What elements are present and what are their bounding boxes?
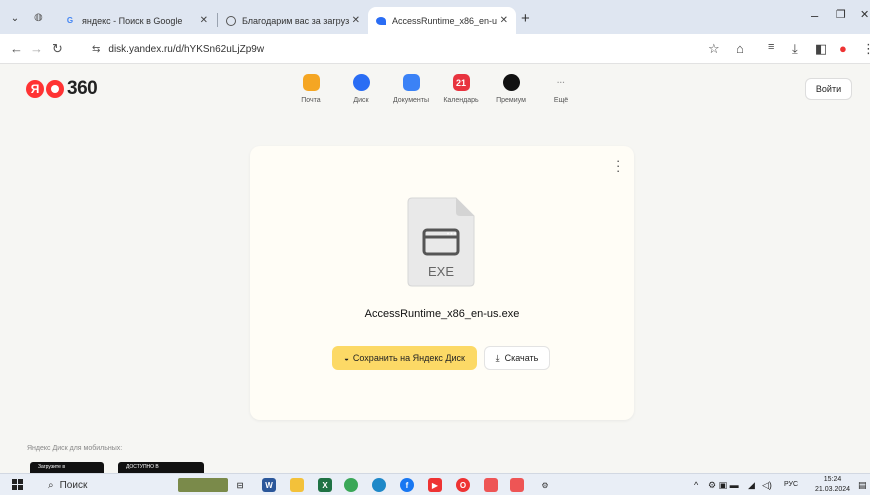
service-more[interactable]: ··· Ещё <box>536 74 586 104</box>
tab-thanks-download[interactable]: Благодарим вас за загрузку А ✕ <box>218 7 368 34</box>
tab-yandex-disk-file[interactable]: AccessRuntime_x86_en-us.exe - ✕ <box>368 7 516 34</box>
ring-logo-icon <box>46 80 64 98</box>
tab-google-search[interactable]: G яндекс - Поиск в Google ✕ <box>56 7 216 34</box>
close-tab-icon[interactable]: ✕ <box>497 15 508 26</box>
mail-icon <box>302 74 320 91</box>
address-bar[interactable]: ⇆ disk.yandex.ru/d/hYKSn62uLjZp9w <box>84 38 724 60</box>
exe-file-icon: EXE <box>407 197 475 287</box>
download-icon[interactable]: ⤓ <box>792 41 798 57</box>
word-icon[interactable]: W <box>262 478 276 492</box>
yandex-logo-letter: Я <box>26 80 44 98</box>
search-icon: ⌕ <box>48 479 54 491</box>
notifications-icon[interactable]: ▤ <box>858 480 867 491</box>
volume-icon[interactable]: ◁) <box>762 480 772 491</box>
save-to-disk-button[interactable]: ◒ Сохранить на Яндекс Диск <box>332 346 477 370</box>
youtube-icon[interactable]: ▶ <box>428 478 442 492</box>
more-icon: ··· <box>557 78 565 87</box>
app-icon-red[interactable] <box>484 478 498 492</box>
login-button[interactable]: Войти <box>805 78 852 100</box>
profile-icon[interactable]: ● <box>839 41 847 56</box>
url-text[interactable]: disk.yandex.ru/d/hYKSn62uLjZp9w <box>108 44 264 55</box>
chrome-icon[interactable] <box>344 478 358 492</box>
service-premium[interactable]: Премиум <box>486 74 536 104</box>
tab-search-menu-icon[interactable]: ⌄ <box>6 9 24 27</box>
browser-toolbar: ← → ↻ ⇆ disk.yandex.ru/d/hYKSn62uLjZp9w … <box>0 34 870 64</box>
task-view-icon[interactable]: ⊟ <box>233 478 247 492</box>
yandex-disk-icon <box>376 16 386 25</box>
documents-icon <box>402 74 420 91</box>
chrome-menu-icon[interactable]: ⋮ <box>862 41 870 57</box>
service-mail[interactable]: Почта <box>286 74 336 104</box>
extension-icon[interactable]: ⌂ <box>736 41 744 56</box>
site-settings-icon[interactable]: ⇆ <box>92 44 100 55</box>
close-tab-icon[interactable]: ✕ <box>349 15 360 26</box>
side-panel-icon[interactable]: ◧ <box>815 41 827 57</box>
download-button[interactable]: ⤓ Скачать <box>484 346 550 370</box>
search-highlight-image[interactable] <box>178 478 228 492</box>
mobile-apps-label: Яндекс Диск для мобильных: <box>27 445 123 452</box>
file-explorer-icon[interactable] <box>290 478 304 492</box>
disk-icon <box>352 74 370 91</box>
file-name: AccessRuntime_x86_en-us.exe <box>364 308 520 320</box>
close-tab-icon[interactable]: ✕ <box>192 15 208 26</box>
file-card: · · · EXE AccessRuntime_x86_en-us.exe ◒ Со… <box>250 146 634 420</box>
excel-icon[interactable]: X <box>318 478 332 492</box>
back-icon[interactable]: ← <box>10 41 23 56</box>
globe-icon <box>226 15 236 26</box>
settings-gear-icon[interactable]: ⚙ <box>538 478 552 492</box>
service-disk[interactable]: Диск <box>336 74 386 104</box>
google-icon: G <box>66 16 74 25</box>
yandex-disk-page: Я 360 Почта Диск Документы 21 Календарь <box>0 64 870 476</box>
language-indicator[interactable]: РУС <box>784 481 798 488</box>
disk-save-icon: ◒ <box>344 353 349 363</box>
yandex-360-logo[interactable]: Я 360 <box>26 78 98 100</box>
opera-icon[interactable]: O <box>456 478 470 492</box>
tab-title: AccessRuntime_x86_en-us.exe - <box>392 15 497 26</box>
forward-icon[interactable]: → <box>30 41 43 56</box>
start-button[interactable] <box>12 479 23 490</box>
services-nav: Почта Диск Документы 21 Календарь Премиу… <box>286 74 586 104</box>
logo-text: 360 <box>67 78 98 99</box>
service-documents[interactable]: Документы <box>386 74 436 104</box>
calendar-icon: 21 <box>452 74 470 91</box>
tab-search-icon[interactable]: ≡ <box>768 41 774 53</box>
facebook-icon[interactable]: f <box>400 478 414 492</box>
service-calendar[interactable]: 21 Календарь <box>436 74 486 104</box>
app-icon-red-2[interactable] <box>510 478 524 492</box>
incognito-icon: ◍ <box>34 12 43 23</box>
screen: ⌄ ◍ G яндекс - Поиск в Google ✕ Благодар… <box>0 0 870 495</box>
browser-tab-bar: ⌄ ◍ G яндекс - Поиск в Google ✕ Благодар… <box>0 0 870 34</box>
tray-chevron-icon[interactable]: ^ <box>694 480 698 490</box>
close-window-button[interactable]: ✕ <box>860 8 869 21</box>
minimize-button[interactable]: – <box>811 8 818 23</box>
tray-icons[interactable]: ⚙ ▣ ▬ <box>708 480 739 491</box>
clock[interactable]: 15:24 21.03.2024 <box>815 475 850 495</box>
tab-title: Благодарим вас за загрузку А <box>242 15 349 26</box>
edge-icon[interactable] <box>372 478 386 492</box>
new-tab-button[interactable]: + <box>521 10 530 27</box>
windows-taskbar: ⌕ Поиск ⊟ W X f ▶ O ⚙ ^ ⚙ ▣ ▬ ◢ ◁) РУС 1… <box>0 473 870 495</box>
network-icon[interactable]: ◢ <box>748 480 755 491</box>
reload-icon[interactable]: ↻ <box>52 41 63 57</box>
download-arrow-icon: ⤓ <box>495 352 500 363</box>
tab-title: яндекс - Поиск в Google <box>82 15 183 26</box>
file-ext-label: EXE <box>428 264 454 279</box>
bookmark-star-icon[interactable]: ☆ <box>708 41 720 57</box>
more-options-icon[interactable]: · · · <box>616 154 620 177</box>
maximize-button[interactable]: ❐ <box>836 8 846 21</box>
premium-icon <box>502 74 520 91</box>
